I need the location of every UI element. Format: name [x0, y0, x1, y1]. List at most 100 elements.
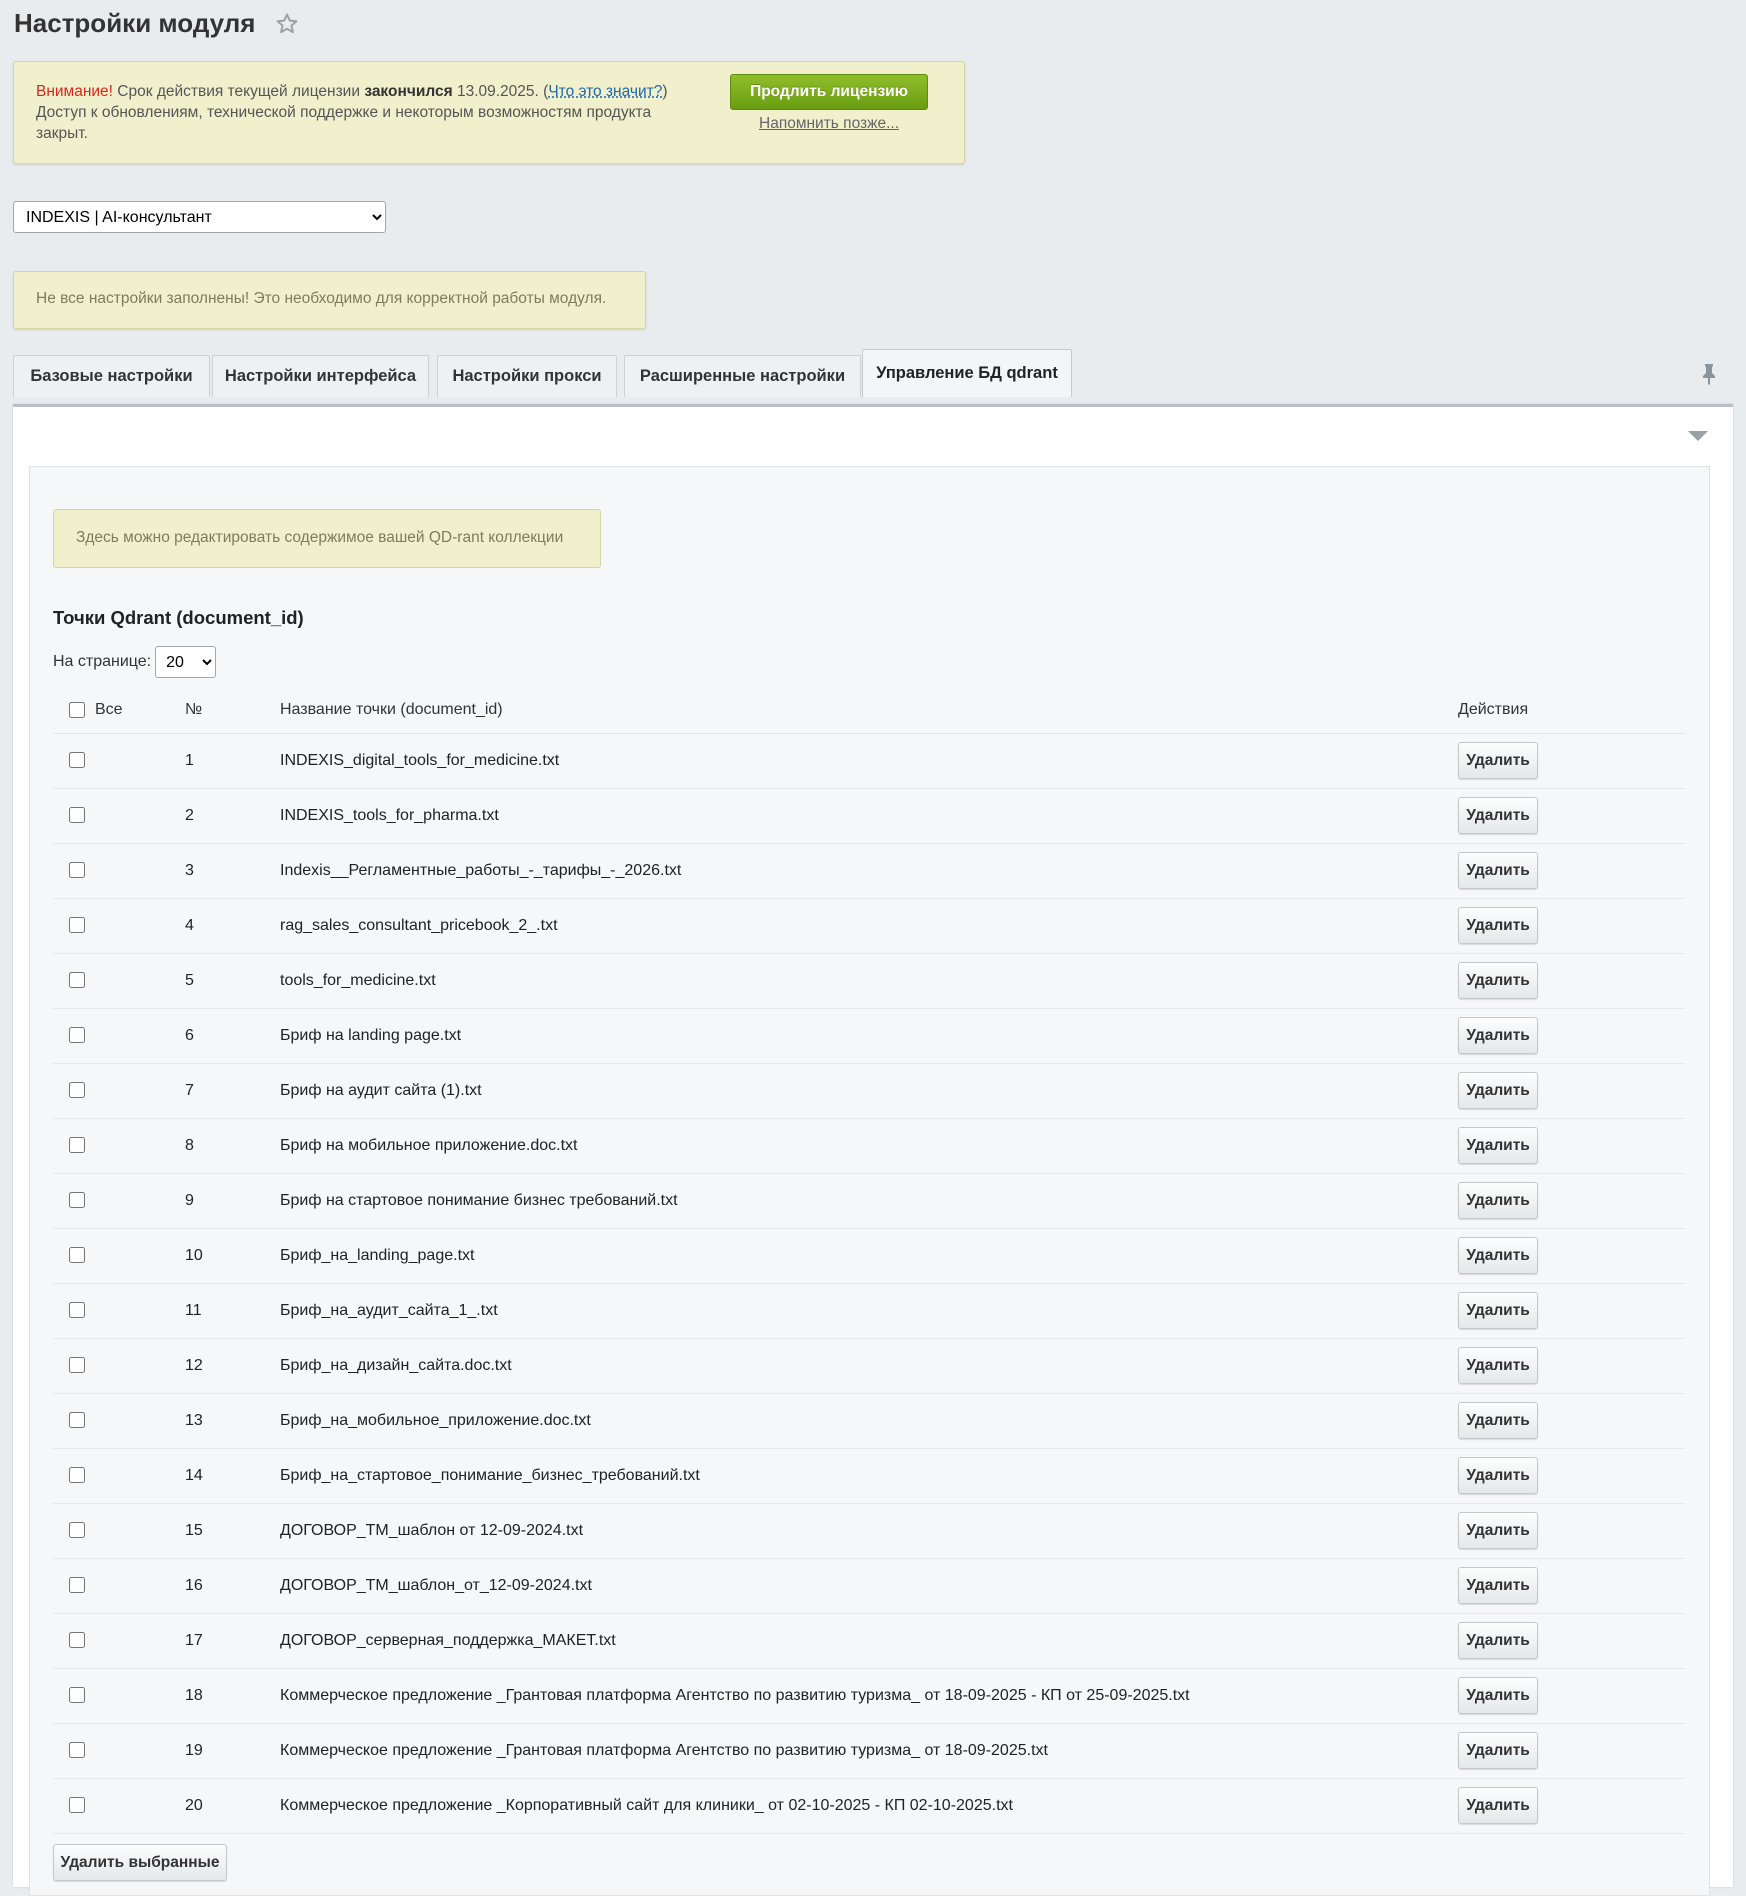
delete-selected-button[interactable]: Удалить выбранные — [53, 1844, 227, 1881]
pin-icon[interactable] — [1700, 362, 1718, 386]
row-checkbox[interactable] — [69, 1577, 85, 1594]
section-title: Точки Qdrant (document_id) — [53, 607, 304, 628]
renew-license-button[interactable]: Продлить лицензию — [730, 74, 928, 110]
row-actions: Удалить — [1457, 1558, 1685, 1614]
row-check-cell — [53, 1228, 184, 1284]
row-checkbox[interactable] — [69, 917, 85, 934]
row-check-cell — [53, 1778, 184, 1834]
row-actions: Удалить — [1457, 1668, 1685, 1724]
delete-button[interactable]: Удалить — [1458, 962, 1538, 999]
row-actions: Удалить — [1457, 1448, 1685, 1504]
tab-qdrant-db[interactable]: Управление БД qdrant — [862, 349, 1072, 397]
tab-proxy-settings[interactable]: Настройки прокси — [437, 355, 617, 397]
row-name: Коммерческое предложение _Грантовая плат… — [279, 1668, 1457, 1724]
tab-basic-settings[interactable]: Базовые настройки — [13, 355, 210, 397]
row-num: 12 — [184, 1338, 279, 1394]
license-text-before: Срок действия текущей лицензии — [112, 83, 365, 100]
row-name: Бриф_на_landing_page.txt — [279, 1228, 1457, 1284]
row-check-cell — [53, 1668, 184, 1724]
row-checkbox[interactable] — [69, 972, 85, 989]
delete-button[interactable]: Удалить — [1458, 1677, 1538, 1714]
delete-button[interactable]: Удалить — [1458, 1567, 1538, 1604]
row-actions: Удалить — [1457, 1503, 1685, 1559]
delete-button[interactable]: Удалить — [1458, 852, 1538, 889]
row-actions: Удалить — [1457, 1063, 1685, 1119]
row-checkbox[interactable] — [69, 1302, 85, 1319]
row-checkbox[interactable] — [69, 752, 85, 769]
settings-notice: Не все настройки заполнены! Это необходи… — [13, 271, 646, 329]
row-name: tools_for_medicine.txt — [279, 953, 1457, 1009]
delete-button[interactable]: Удалить — [1458, 742, 1538, 779]
what-does-it-mean-link[interactable]: Что это значит? — [548, 83, 662, 100]
remind-later-link[interactable]: Напомнить позже... — [759, 115, 899, 133]
row-checkbox[interactable] — [69, 1797, 85, 1814]
delete-button[interactable]: Удалить — [1458, 1017, 1538, 1054]
row-checkbox[interactable] — [69, 1742, 85, 1759]
delete-button[interactable]: Удалить — [1458, 1732, 1538, 1769]
per-page-control: На странице: 20 — [53, 646, 217, 678]
row-num: 18 — [184, 1668, 279, 1724]
row-checkbox[interactable] — [69, 862, 85, 879]
row-actions: Удалить — [1457, 1173, 1685, 1229]
row-checkbox[interactable] — [69, 1632, 85, 1649]
row-num: 9 — [184, 1173, 279, 1229]
row-num: 2 — [184, 788, 279, 844]
row-checkbox[interactable] — [69, 807, 85, 824]
delete-button[interactable]: Удалить — [1458, 907, 1538, 944]
tab-label: Настройки интерфейса — [224, 367, 417, 385]
table-row: 1 INDEXIS_digital_tools_for_medicine.txt У… — [53, 733, 1685, 789]
row-actions: Удалить — [1457, 953, 1685, 1009]
row-check-cell — [53, 788, 184, 844]
delete-button[interactable]: Удалить — [1458, 1402, 1538, 1439]
delete-button[interactable]: Удалить — [1458, 1347, 1538, 1384]
row-check-cell — [53, 1008, 184, 1064]
row-name: Indexis__Регламентные_работы_-_тарифы_-_… — [279, 843, 1457, 899]
table-row: 12 Бриф_на_дизайн_сайта.doc.txt Удалить — [53, 1338, 1685, 1394]
delete-button[interactable]: Удалить — [1458, 1787, 1538, 1824]
row-num: 10 — [184, 1228, 279, 1284]
delete-button[interactable]: Удалить — [1458, 1127, 1538, 1164]
row-checkbox[interactable] — [69, 1247, 85, 1264]
row-checkbox[interactable] — [69, 1192, 85, 1209]
collapse-arrow-icon[interactable] — [1687, 429, 1709, 443]
tab-label: Управление БД qdrant — [876, 364, 1058, 382]
row-checkbox[interactable] — [69, 1687, 85, 1704]
delete-button[interactable]: Удалить — [1458, 1512, 1538, 1549]
table-row: 18 Коммерческое предложение _Грантовая пл… — [53, 1668, 1685, 1724]
delete-button[interactable]: Удалить — [1458, 1622, 1538, 1659]
row-num: 20 — [184, 1778, 279, 1834]
row-name: Бриф_на_стартовое_понимание_бизнес_требо… — [279, 1448, 1457, 1504]
row-checkbox[interactable] — [69, 1027, 85, 1044]
row-checkbox[interactable] — [69, 1137, 85, 1154]
delete-button[interactable]: Удалить — [1458, 1292, 1538, 1329]
row-actions: Удалить — [1457, 1338, 1685, 1394]
tab-advanced-settings[interactable]: Расширенные настройки — [624, 355, 861, 397]
delete-button[interactable]: Удалить — [1458, 797, 1538, 834]
row-checkbox[interactable] — [69, 1467, 85, 1484]
row-checkbox[interactable] — [69, 1082, 85, 1099]
row-checkbox[interactable] — [69, 1412, 85, 1429]
star-icon[interactable] — [275, 12, 299, 36]
row-num: 7 — [184, 1063, 279, 1119]
per-page-select[interactable]: 20 — [155, 646, 217, 678]
module-select[interactable]: INDEXIS | AI-консультант — [13, 201, 386, 233]
row-num: 8 — [184, 1118, 279, 1174]
delete-button[interactable]: Удалить — [1458, 1457, 1538, 1494]
table-row: 15 ДОГОВОР_ТМ_шаблон от 12-09-2024.txt Уда… — [53, 1503, 1685, 1559]
delete-button[interactable]: Удалить — [1458, 1072, 1538, 1109]
license-warning-box: Внимание! Срок действия текущей лицензии… — [13, 61, 965, 164]
row-num: 5 — [184, 953, 279, 1009]
row-checkbox[interactable] — [69, 1522, 85, 1539]
row-checkbox[interactable] — [69, 1357, 85, 1374]
table-row: 20 Коммерческое предложение _Корпоративны… — [53, 1778, 1685, 1834]
delete-button[interactable]: Удалить — [1458, 1237, 1538, 1274]
table-row: 2 INDEXIS_tools_for_pharma.txt Удалить — [53, 788, 1685, 844]
delete-button[interactable]: Удалить — [1458, 1182, 1538, 1219]
select-all-checkbox[interactable] — [69, 702, 85, 719]
row-num: 15 — [184, 1503, 279, 1559]
row-name: ДОГОВОР_ТМ_шаблон_от_12-09-2024.txt — [279, 1558, 1457, 1614]
tab-interface-settings[interactable]: Настройки интерфейса — [212, 355, 429, 397]
table-row: 14 Бриф_на_стартовое_понимание_бизнес_тре… — [53, 1448, 1685, 1504]
table-row: 13 Бриф_на_мобильное_приложение.doc.txt Уд… — [53, 1393, 1685, 1449]
row-name: INDEXIS_digital_tools_for_medicine.txt — [279, 733, 1457, 789]
